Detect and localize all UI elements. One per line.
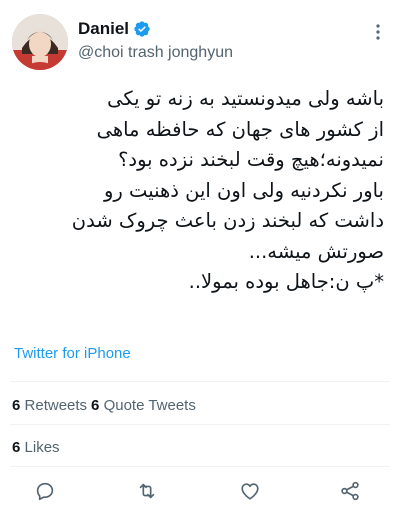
heart-icon[interactable]: [237, 478, 263, 504]
share-icon[interactable]: [337, 478, 363, 504]
tweet-text: باشه ولی میدونستید به زنه تو یکی از کشور…: [71, 87, 384, 293]
author-handle[interactable]: @choi trash jonghyun: [78, 44, 233, 62]
divider: [10, 466, 390, 467]
quote-tweets-stat[interactable]: 6 Quote Tweets: [91, 397, 196, 414]
quote-tweets-label: Quote Tweets: [103, 396, 196, 414]
retweets-count: 6: [12, 396, 21, 414]
divider: [10, 381, 390, 382]
tweet-header: Daniel @choi trash jonghyun: [12, 14, 388, 74]
retweet-stats-row: 6 Retweets 6 Quote Tweets: [12, 393, 388, 417]
reply-icon[interactable]: [32, 478, 58, 504]
retweets-label: Retweets: [24, 396, 88, 414]
likes-count: 6: [12, 438, 21, 456]
retweet-icon[interactable]: [134, 478, 160, 504]
more-vertical-icon[interactable]: [368, 22, 388, 42]
tweet-source-link[interactable]: Twitter for iPhone: [14, 345, 131, 362]
quote-tweets-count: 6: [91, 396, 100, 414]
divider: [10, 424, 390, 425]
display-name-row: Daniel: [78, 18, 233, 40]
retweets-stat[interactable]: 6 Retweets: [12, 397, 87, 414]
avatar-image: [12, 14, 68, 70]
author-names: Daniel @choi trash jonghyun: [78, 18, 233, 62]
tweet-actions: [0, 478, 400, 504]
likes-stats-row: 6 Likes: [12, 435, 388, 459]
tweet-detail: Daniel @choi trash jonghyun باشه ولی مید…: [0, 0, 400, 518]
likes-stat[interactable]: 6 Likes: [12, 439, 60, 456]
verified-badge-icon: [133, 20, 151, 38]
avatar[interactable]: [12, 14, 68, 70]
likes-label: Likes: [24, 438, 60, 456]
display-name[interactable]: Daniel: [78, 19, 129, 39]
